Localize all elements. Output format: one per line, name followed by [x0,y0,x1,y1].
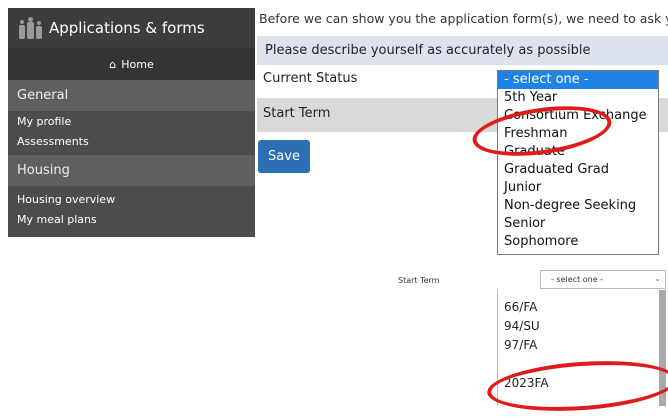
status-option[interactable]: Graduated Grad [498,161,658,179]
sidebar-item-my-profile[interactable]: My profile [8,111,255,131]
status-option[interactable]: 5th Year [498,89,658,107]
describe-header: Please describe yourself as accurately a… [257,36,668,65]
status-option[interactable]: - select one - [498,71,658,89]
sidebar-title: Applications & forms [49,19,205,37]
start-term-zoom-label: Start Term [398,276,440,285]
sidebar-item-my-meal-plans[interactable]: My meal plans [8,209,255,229]
start-term-select[interactable]: - select one - ⌄ [540,270,666,289]
term-option[interactable]: 66/FA [498,298,660,317]
sidebar-section-housing: Housing [8,155,255,186]
current-status-dropdown-list[interactable]: - select one - 5th Year Consortium Excha… [497,70,659,255]
sidebar-item-housing-overview[interactable]: Housing overview [8,189,255,209]
status-option[interactable]: Non-degree Seeking [498,197,658,215]
term-option[interactable]: 94/SU [498,317,660,336]
sidebar-section-general: General [8,80,255,111]
people-icon [18,17,42,39]
status-option[interactable]: Junior [498,179,658,197]
sidebar-header: Applications & forms [8,8,255,48]
sidebar-item-assessments[interactable]: Assessments [8,131,255,151]
save-button[interactable]: Save [258,140,310,173]
home-link[interactable]: ⌂ Home [8,48,255,80]
home-label: Home [121,57,154,71]
sidebar: Applications & forms ⌂ Home General My p… [8,8,255,237]
status-option[interactable]: Sophomore [498,233,658,251]
current-status-label: Current Status [263,71,358,86]
status-option[interactable]: Senior [498,215,658,233]
start-term-label: Start Term [263,106,331,121]
start-term-select-value: - select one - [551,275,604,284]
home-icon: ⌂ [109,57,117,71]
chevron-down-icon: ⌄ [654,274,661,283]
intro-text: Before we can show you the application f… [259,11,668,26]
clipped-option [498,290,660,298]
term-option[interactable]: 97/FA [498,336,660,355]
